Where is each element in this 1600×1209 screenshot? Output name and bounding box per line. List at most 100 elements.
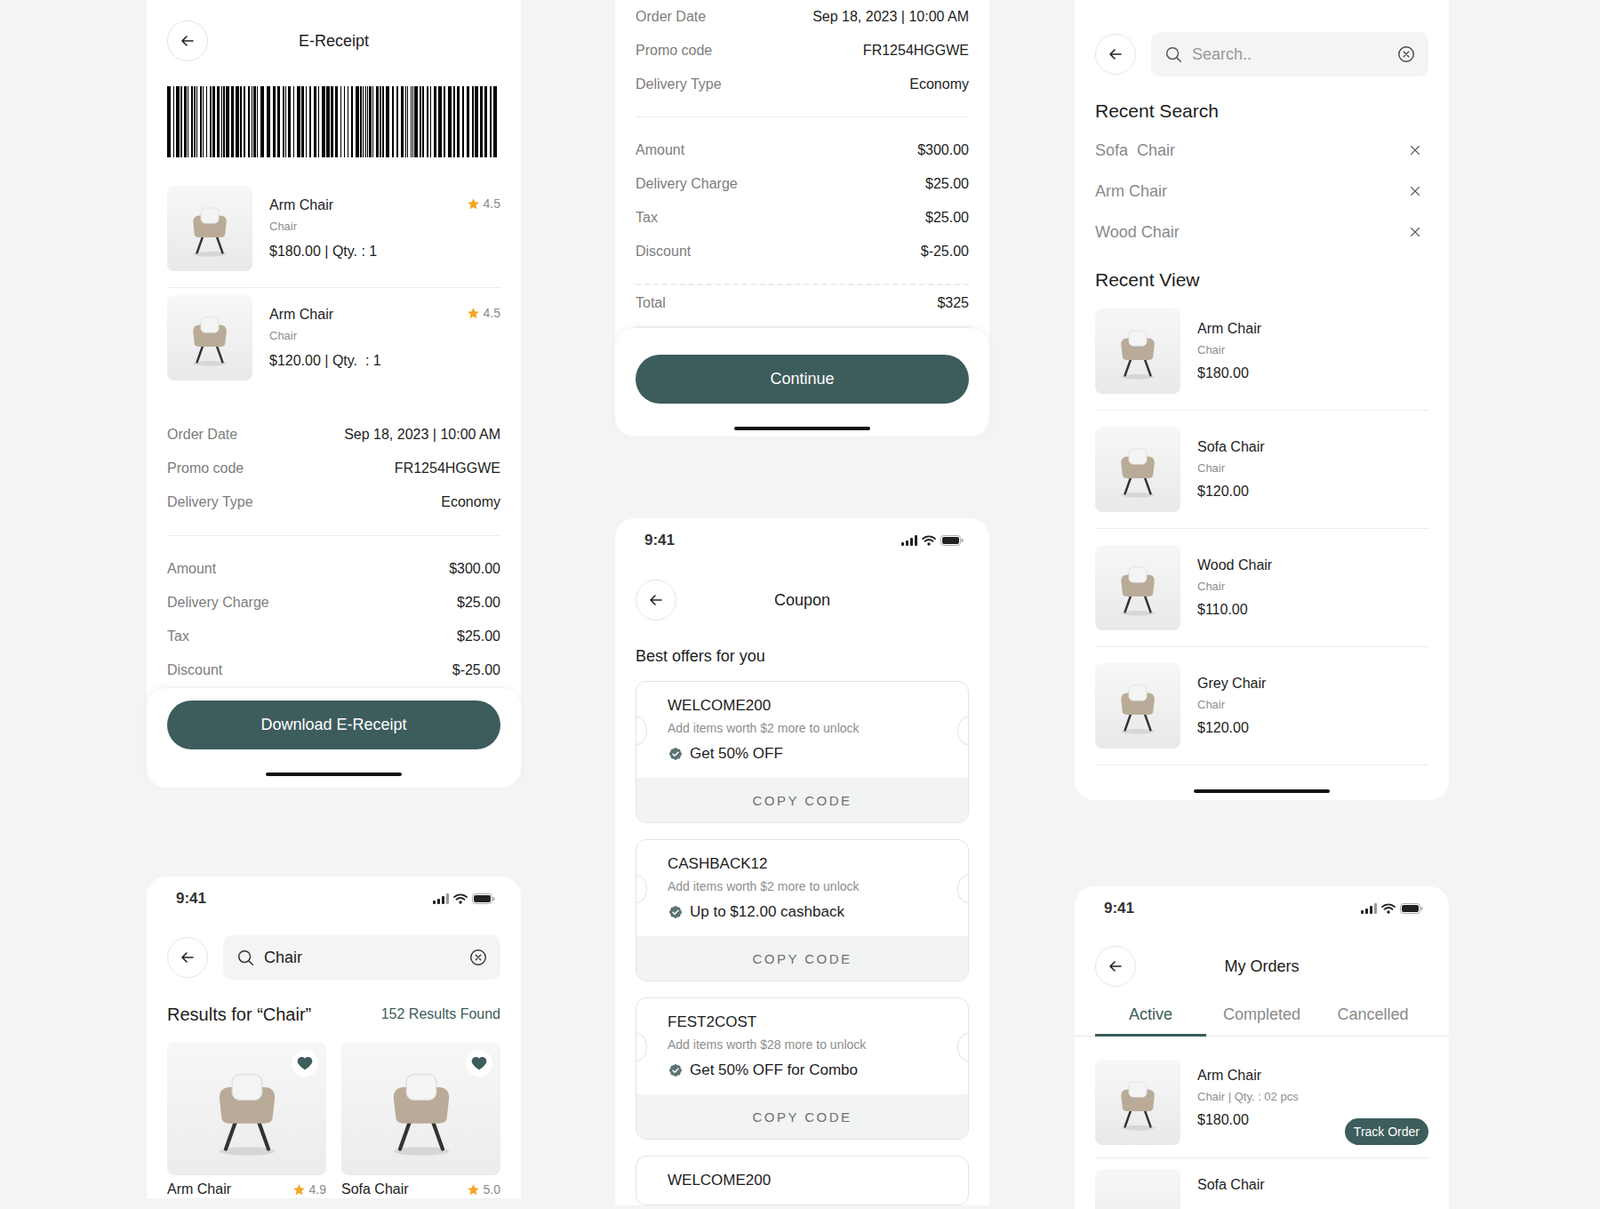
search-field[interactable] [1151,32,1429,77]
track-order-button[interactable]: Track Order [1344,1118,1429,1145]
chair-icon [1105,319,1170,384]
recent-search-item[interactable]: Wood Chair [1095,211,1429,253]
search-input[interactable] [1192,45,1388,64]
charge-row: Amount$300.00 [635,133,969,168]
chair-icon [177,305,242,370]
favorite-button[interactable] [291,1049,319,1077]
charge-row: Delivery Charge$25.00 [167,585,501,620]
rating: 4.5 [466,196,501,211]
discount-badge-icon [667,904,684,920]
home-indicator [1193,789,1330,793]
copy-code-button[interactable]: COPY CODE [636,1094,968,1139]
search-icon [235,947,256,968]
recent-search-item[interactable]: Sofa Chair [1095,129,1429,171]
coupon-code: FEST2COST [667,1012,937,1032]
clear-icon[interactable] [468,947,488,968]
order-tab[interactable]: Completed [1206,1000,1318,1037]
rating: 4.5 [466,305,501,320]
results-title: Results for “Chair” [167,1004,312,1025]
search-row [1095,32,1429,77]
coupon-code: WELCOME200 [667,696,937,716]
continue-button[interactable]: Continue [635,354,969,404]
product-category: Chair [269,328,450,344]
product-category: Chair [1197,579,1272,594]
charges: Amount$300.00Delivery Charge$25.00Tax$25… [635,117,969,269]
remove-icon[interactable] [1408,144,1422,157]
recent-search-item[interactable]: Arm Chair [1095,170,1429,212]
recent-view-item[interactable]: Grey ChairChair$120.00 [1095,663,1429,766]
charge-row: Delivery Charge$25.00 [635,167,969,201]
back-button[interactable] [1095,945,1136,987]
back-button[interactable] [167,936,208,978]
recent-view-item[interactable]: Wood ChairChair$110.00 [1095,544,1429,648]
detail-row: Promo codeFR1254HGGWE [635,33,969,68]
copy-code-button[interactable]: COPY CODE [636,936,968,981]
product-photo [167,185,253,272]
home-indicator [265,772,402,776]
screen-title: Coupon [676,591,928,610]
discount-badge-icon [667,1062,684,1079]
chair-icon [193,1055,301,1162]
coupon-card: WELCOME200Add items worth $2 more to unl… [635,680,969,824]
wifi-icon [921,535,936,546]
back-button[interactable] [635,579,677,621]
charges: Amount$300.00Delivery Charge$25.00Tax$25… [167,536,501,688]
search-results-screen: 9:41Results for “Chair”152 Results Found… [146,876,521,1199]
receipt-summary-screen: Order DateSep 18, 2023 | 10:00 AMPromo c… [615,0,990,437]
coupon-header: Coupon [635,579,969,621]
product-grid: Arm Chair4.9Sofa Chair5.0 [167,1041,501,1199]
search-input[interactable] [264,948,460,968]
signal-icon [1360,903,1377,914]
product-name: Sofa Chair [1197,1176,1429,1194]
product-photo [1095,1059,1181,1145]
product-card[interactable]: Arm Chair4.9 [167,1041,327,1199]
copy-code-button[interactable]: COPY CODE [636,777,968,823]
order-tab[interactable]: Cancelled [1317,1000,1429,1037]
coupon-offer: Get 50% OFF [667,744,937,764]
product-name: Wood Chair [1197,556,1272,575]
download-receipt-button[interactable]: Download E-Receipt [167,700,501,750]
star-icon [466,1183,480,1197]
product-price: $180.00 [1197,1111,1328,1129]
favorite-button[interactable] [465,1049,493,1077]
status-bar: 9:41 [635,518,969,550]
receipt-item[interactable]: Arm ChairChair$120.00 | Qty. : 14.5 [167,288,501,397]
product-photo [167,295,253,381]
column-middle: Order DateSep 18, 2023 | 10:00 AMPromo c… [615,0,990,1206]
wifi-icon [453,893,468,904]
order-item[interactable]: Arm Chair Chair | Qty. : 02 pcs $180.00 Tra… [1095,1059,1429,1159]
order-list: Arm Chair Chair | Qty. : 02 pcs $180.00 Tra… [1095,1059,1429,1209]
home-indicator [734,426,871,431]
product-category: Chair [269,219,450,234]
order-tab[interactable]: Active [1095,1000,1207,1037]
back-arrow-icon [647,591,665,609]
product-card[interactable]: Sofa Chair5.0 [341,1041,501,1199]
receipt-items: Arm ChairChair$180.00 | Qty. : 14.5Arm C… [167,178,501,397]
recent-view-item[interactable]: Sofa ChairChair$120.00 [1095,426,1429,529]
coupon-condition: Add items worth $28 more to unlock [667,1035,937,1054]
back-button[interactable] [1095,33,1136,75]
back-button[interactable] [167,20,208,62]
star-icon [466,197,480,211]
e-receipt-header: E-Receipt [167,20,501,62]
order-meta: Chair | Qty. : 02 pcs [1197,1089,1328,1104]
receipt-item[interactable]: Arm ChairChair$180.00 | Qty. : 14.5 [167,178,501,288]
results-header: Results for “Chair”152 Results Found [167,1003,501,1025]
chair-icon [177,196,242,261]
clear-icon[interactable] [1396,44,1416,64]
product-name: Arm Chair [1197,1066,1328,1085]
search-field[interactable] [223,935,501,980]
recent-view-item[interactable]: Arm ChairChair$180.00 [1095,308,1429,411]
product-category: Chair [1197,343,1262,358]
order-item[interactable]: Sofa Chair [1095,1168,1429,1209]
remove-icon[interactable] [1408,184,1422,198]
coupon-card: FEST2COST Add items worth $28 more to unl… [635,997,969,1140]
coupon-offer: Get 50% OFF for Combo [667,1060,937,1080]
coupon-code: CASHBACK12 [667,854,937,874]
rating: 5.0 [466,1182,501,1197]
remove-icon[interactable] [1408,225,1422,239]
product-price: $180.00 [1197,364,1262,383]
product-photo [1095,426,1181,512]
charge-row: Discount$-25.00 [635,234,969,269]
product-name: Grey Chair [1197,674,1266,693]
